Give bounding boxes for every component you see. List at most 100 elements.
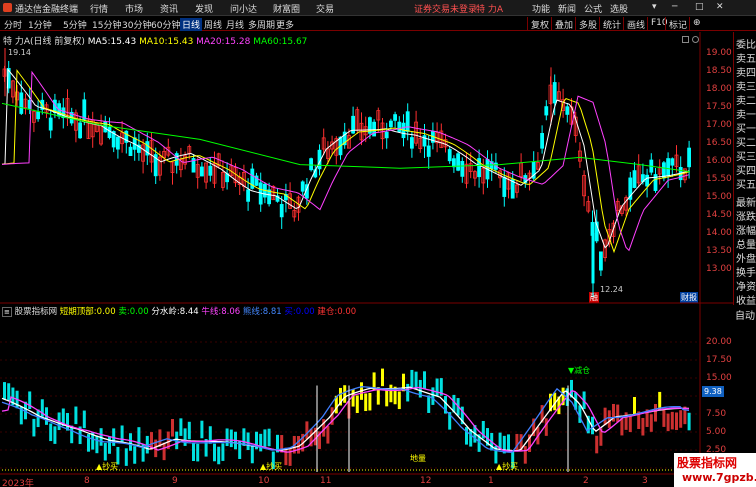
indicator-bar (326, 426, 330, 444)
month-tick: 2 (583, 476, 589, 486)
indicator-bar (675, 412, 678, 431)
candle-body (409, 137, 414, 149)
ind-tick: 7.50 (706, 409, 727, 419)
candle-body (460, 161, 465, 177)
buy-signal-3: ▲抄买 (496, 462, 519, 471)
candle-body (447, 149, 452, 162)
month-tick: 10 (258, 476, 270, 486)
candle-body (666, 158, 670, 177)
candle-body (199, 166, 204, 177)
indicator-bar (192, 443, 195, 462)
indicator-bar (465, 427, 468, 445)
candle-body (128, 146, 133, 157)
price-tick: 18.00 (706, 84, 732, 94)
candle-body (300, 181, 305, 192)
indicator-bar (406, 383, 410, 402)
indicator-bar (242, 428, 246, 446)
candle-body (456, 153, 461, 171)
buy-signal-2: ▲抄买 (260, 462, 283, 471)
ind-tick: 20.00 (706, 337, 732, 347)
indicator-bar (49, 423, 53, 442)
price-tick: 13.50 (706, 246, 732, 256)
price-tick: 15.50 (706, 174, 732, 184)
indicator-bar (633, 397, 636, 415)
watermark-url: www.7gpzb.com (682, 471, 756, 484)
watermark-title: 股票指标网 (677, 456, 738, 470)
watershed-line (1, 386, 689, 452)
indicator-bar (364, 393, 368, 412)
chart-canvas (0, 32, 733, 475)
indicator-bar (183, 428, 187, 446)
indicator-bar (381, 368, 384, 387)
indicator-bar (385, 388, 389, 407)
indicator-bar (74, 406, 78, 425)
indicator-bar (544, 418, 548, 436)
sell-signal: ▼减仓 (568, 366, 591, 375)
indicator-bar (82, 410, 86, 429)
indicator-bar (397, 391, 401, 410)
indicator-bar (687, 412, 691, 431)
indicator-bar (616, 404, 620, 423)
price-tick: 13.00 (706, 264, 732, 274)
price-tick: 19.00 (706, 48, 732, 58)
indicator-bar (662, 409, 666, 427)
candle-body (670, 158, 675, 166)
indicator-bar (162, 442, 166, 461)
candle-body (36, 111, 40, 120)
indicator-bar (221, 443, 225, 461)
indicator-bar (225, 428, 229, 447)
price-tick: 16.00 (706, 156, 732, 166)
indicator-bar (53, 426, 57, 444)
indicator-bar (607, 410, 611, 428)
indicator-bar (267, 428, 271, 447)
price-tick: 14.00 (706, 228, 732, 238)
candle-body (552, 82, 557, 104)
indicator-bar (95, 435, 99, 454)
candle-body (48, 117, 53, 131)
candle-body (246, 189, 251, 202)
candle-body (384, 131, 389, 139)
candle-body (116, 136, 120, 150)
indicator-bar (297, 436, 300, 454)
candle-body (687, 147, 691, 168)
price-tick: 17.00 (706, 120, 732, 130)
indicator-bar (7, 383, 11, 401)
month-tick: 9 (172, 476, 178, 486)
indicator-bar (355, 395, 359, 413)
candle-body (599, 251, 603, 271)
indicator-bar (515, 433, 519, 452)
indicator-bar (263, 429, 267, 447)
indicator-bar (229, 429, 233, 448)
indicator-bar (628, 414, 632, 433)
indicator-bar (410, 369, 414, 388)
candle-body (78, 122, 82, 139)
ind-tick: 15.00 (706, 373, 732, 383)
indicator-bar (670, 411, 674, 430)
indicator-bar (213, 443, 216, 462)
indicator-bar (305, 421, 309, 439)
indicator-bar (658, 391, 662, 410)
month-tick: 1 (488, 476, 494, 486)
indicator-bar (649, 414, 653, 432)
candle-body (632, 170, 637, 188)
indicator-bar (103, 442, 107, 461)
candle-body (388, 120, 393, 128)
ind-tick: 5.00 (706, 427, 727, 437)
candle-body (19, 92, 24, 114)
indicator-bar (196, 443, 200, 462)
price-tick: 15.00 (706, 192, 732, 202)
ind-tick: 17.50 (706, 355, 732, 365)
price-tick: 18.50 (706, 66, 732, 76)
month-tick: 11 (320, 476, 332, 486)
indicator-bar (343, 385, 347, 403)
indicator-bar (523, 446, 527, 464)
indicator-bar (423, 371, 426, 389)
indicator-bar (641, 417, 645, 436)
candle-body (544, 106, 549, 116)
indicator-bar (666, 413, 670, 432)
indicator-bar (603, 407, 607, 426)
indicator-bar (36, 409, 40, 428)
indicator-bar (120, 425, 124, 444)
price-tick: 14.50 (706, 210, 732, 220)
watermark: 股票指标网 www.7gpzb.com (674, 453, 756, 487)
